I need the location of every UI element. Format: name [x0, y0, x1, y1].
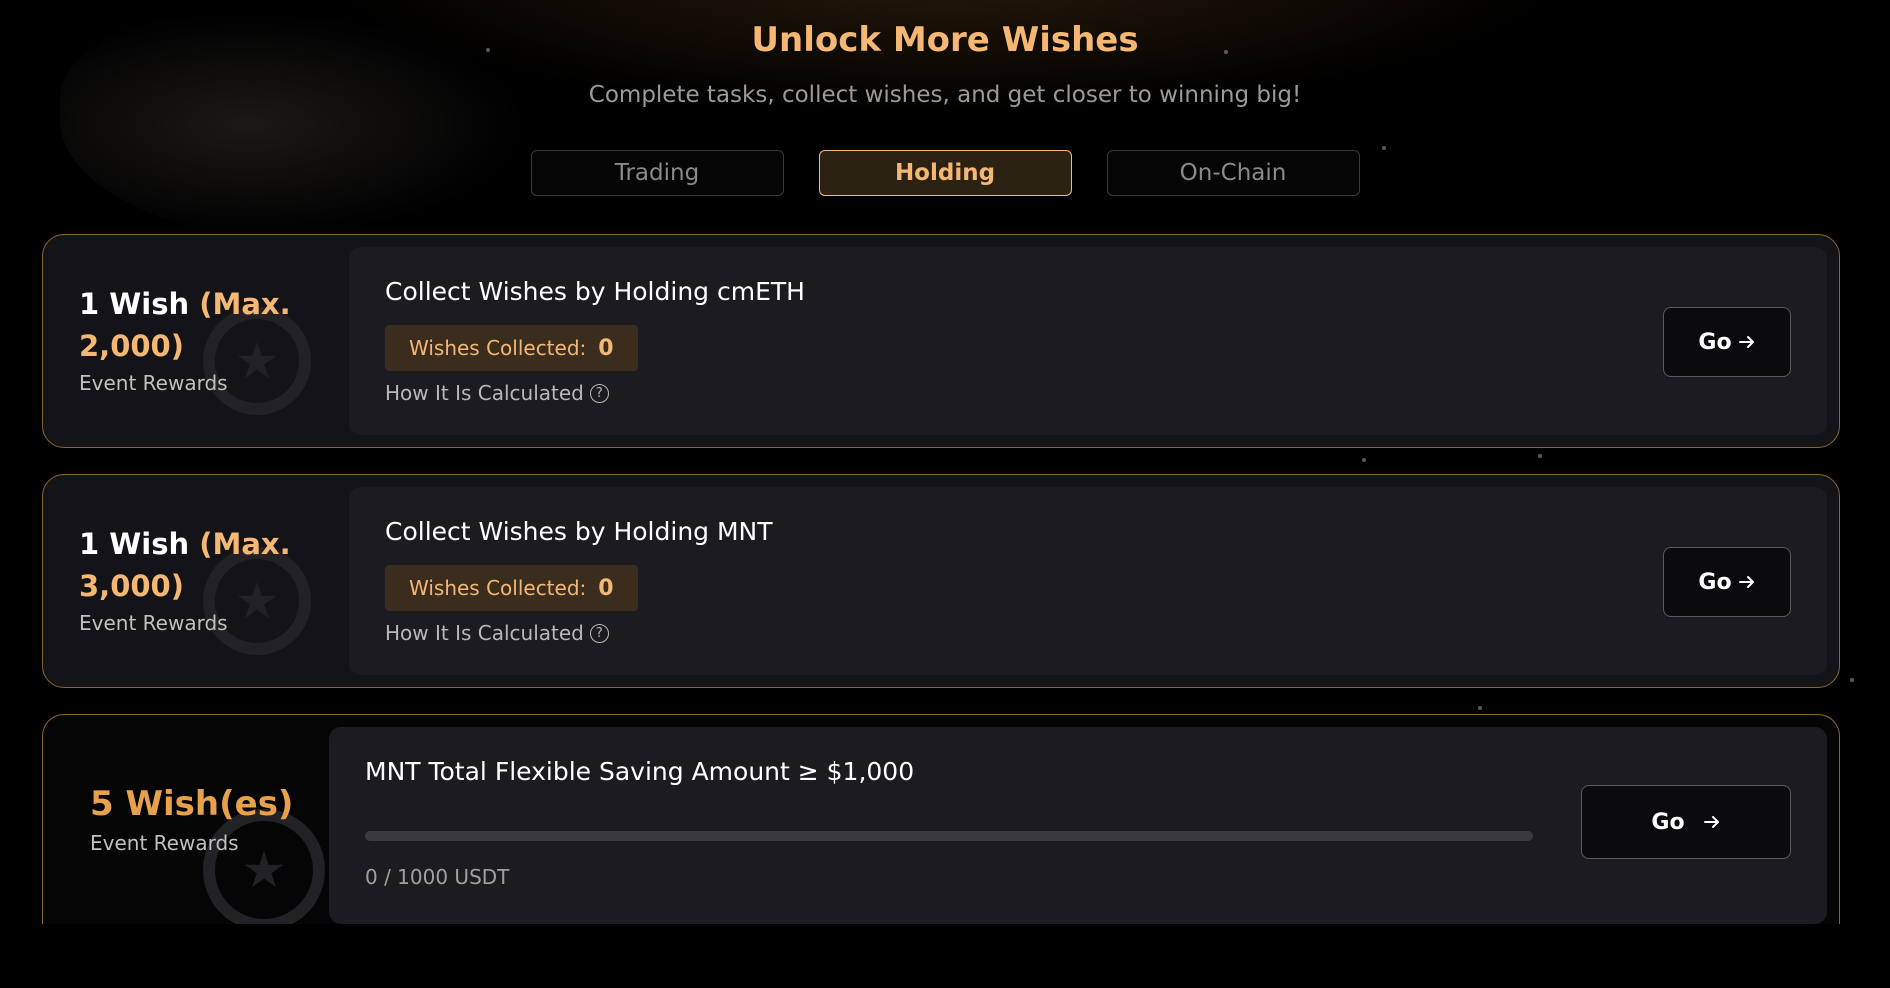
reward-amount: 5 Wish(es) — [90, 784, 294, 824]
page-title: Unlock More Wishes — [751, 20, 1139, 60]
arrow-right-icon — [1703, 816, 1719, 828]
task-details: Collect Wishes by Holding MNT Wishes Col… — [349, 487, 1827, 675]
reward-panel: ★ 1 Wish (Max. 3,000) Event Rewards — [43, 475, 343, 687]
reward-count: 1 Wish — [79, 527, 200, 561]
page-subtitle: Complete tasks, collect wishes, and get … — [588, 82, 1302, 108]
arrow-right-icon — [1738, 576, 1754, 588]
reward-label: Event Rewards — [79, 371, 228, 395]
tab-on-chain[interactable]: On-Chain — [1106, 150, 1360, 196]
wishes-collected-value: 0 — [598, 575, 614, 601]
tab-holding[interactable]: Holding — [818, 150, 1072, 196]
question-circle-icon[interactable]: ? — [589, 623, 609, 643]
how-it-is-calculated-link[interactable]: How It Is Calculated ? — [385, 381, 609, 405]
reward-label: Event Rewards — [90, 831, 239, 855]
reward-panel: ★ 1 Wish (Max. 2,000) Event Rewards — [43, 235, 343, 447]
wishes-collected-label: Wishes Collected: — [409, 576, 587, 600]
tab-trading[interactable]: Trading — [530, 150, 784, 196]
go-button-label: Go — [1651, 809, 1685, 835]
task-card-cmeth: ★ 1 Wish (Max. 2,000) Event Rewards Coll… — [42, 234, 1840, 448]
star-decoration — [1478, 706, 1482, 710]
go-button-label: Go — [1698, 329, 1732, 355]
wishes-collected-label: Wishes Collected: — [409, 336, 587, 360]
wishes-collected-value: 0 — [598, 335, 614, 361]
task-card-mnt: ★ 1 Wish (Max. 3,000) Event Rewards Coll… — [42, 474, 1840, 688]
progress-text: 0 / 1000 USDT — [365, 865, 510, 889]
how-it-is-calculated-label: How It Is Calculated — [385, 621, 584, 645]
task-details: MNT Total Flexible Saving Amount ≥ $1,00… — [329, 727, 1827, 924]
task-title: Collect Wishes by Holding cmETH — [385, 277, 805, 306]
progress-bar — [365, 831, 1533, 841]
star-badge-icon: ★ — [203, 809, 325, 924]
reward-amount: 1 Wish (Max. 3,000) — [79, 523, 319, 607]
arrow-right-icon — [1738, 336, 1754, 348]
wishes-collected-badge: Wishes Collected: 0 — [385, 325, 638, 371]
question-circle-icon[interactable]: ? — [589, 383, 609, 403]
star-decoration — [1362, 458, 1366, 462]
task-card-flexible-saving: ★ 5 Wish(es) Event Rewards MNT Total Fle… — [42, 714, 1840, 924]
go-button[interactable]: Go — [1581, 785, 1791, 859]
go-button-label: Go — [1698, 569, 1732, 595]
reward-label: Event Rewards — [79, 611, 228, 635]
reward-amount: 1 Wish (Max. 2,000) — [79, 283, 319, 367]
how-it-is-calculated-label: How It Is Calculated — [385, 381, 584, 405]
reward-count: 1 Wish — [79, 287, 200, 321]
reward-panel: ★ 5 Wish(es) Event Rewards — [43, 715, 343, 924]
star-decoration — [1538, 454, 1542, 458]
go-button[interactable]: Go — [1663, 307, 1791, 377]
how-it-is-calculated-link[interactable]: How It Is Calculated ? — [385, 621, 609, 645]
page: Unlock More Wishes Complete tasks, colle… — [0, 0, 1890, 988]
category-tabs: Trading Holding On-Chain — [0, 150, 1890, 196]
task-details: Collect Wishes by Holding cmETH Wishes C… — [349, 247, 1827, 435]
task-title: MNT Total Flexible Saving Amount ≥ $1,00… — [365, 757, 915, 786]
wishes-collected-badge: Wishes Collected: 0 — [385, 565, 638, 611]
star-decoration — [1850, 678, 1854, 682]
task-title: Collect Wishes by Holding MNT — [385, 517, 773, 546]
go-button[interactable]: Go — [1663, 547, 1791, 617]
